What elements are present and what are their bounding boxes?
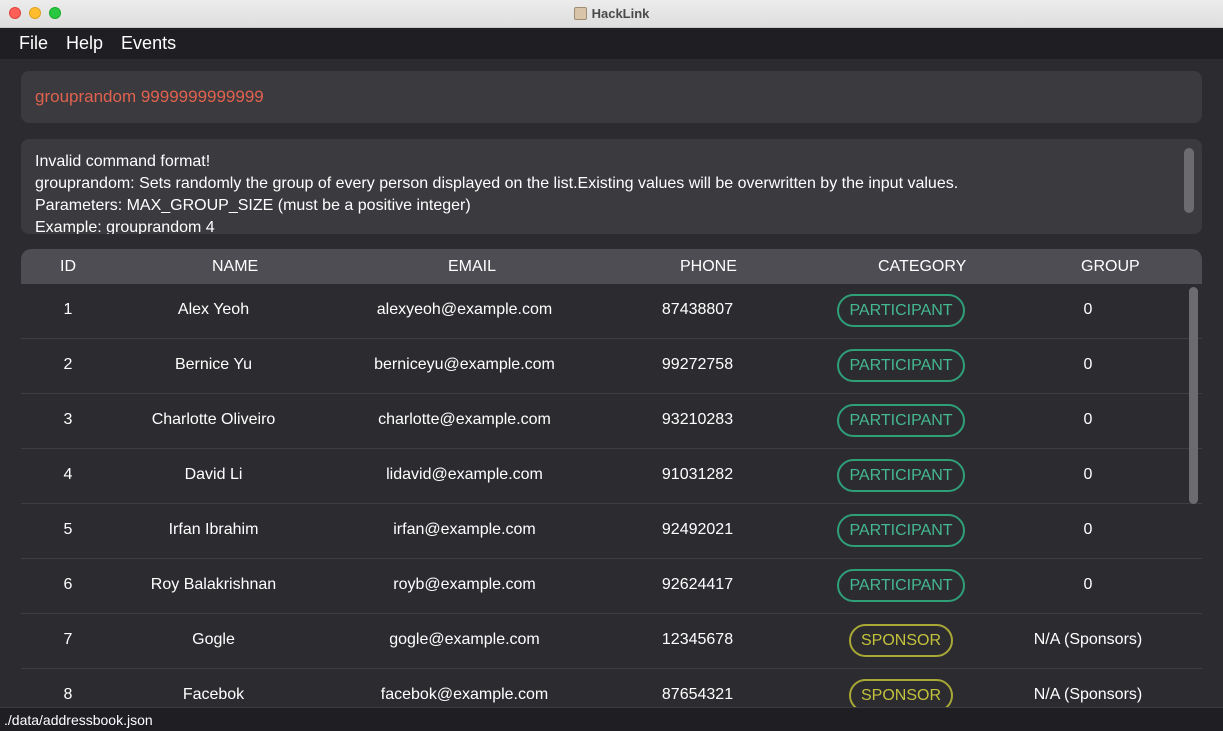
category-cell: PARTICIPANT (801, 459, 1001, 492)
table-row[interactable]: 7 Gogle gogle@example.com 12345678 SPONS… (21, 614, 1202, 669)
cell-id: 8 (63, 686, 73, 703)
cell-phone: 92492021 (661, 521, 734, 538)
cell-group: N/A (Sponsors) (1033, 631, 1143, 648)
app-icon (573, 7, 587, 20)
cell-email: royb@example.com (393, 576, 536, 593)
column-header-group[interactable]: GROUP (1081, 258, 1140, 276)
table-row[interactable]: 1 Alex Yeoh alexyeoh@example.com 8743880… (21, 284, 1202, 339)
table-row[interactable]: 3 Charlotte Oliveiro charlotte@example.c… (21, 394, 1202, 449)
cell-id: 1 (63, 301, 73, 318)
window-title: HackLink (0, 6, 1223, 21)
result-line: grouprandom: Sets randomly the group of … (35, 175, 959, 192)
result-line: Parameters: MAX_GROUP_SIZE (must be a po… (35, 197, 471, 214)
command-input[interactable] (35, 84, 1185, 110)
table-header: ID NAME EMAIL PHONE CATEGORY GROUP (21, 249, 1202, 284)
category-badge: SPONSOR (848, 679, 953, 707)
cell-phone: 12345678 (661, 631, 734, 648)
cell-group: 0 (1083, 411, 1093, 428)
category-cell: PARTICIPANT (801, 569, 1001, 602)
cell-email: berniceyu@example.com (374, 356, 555, 373)
cell-id: 5 (63, 521, 73, 538)
cell-phone: 91031282 (661, 466, 734, 483)
cell-group: 0 (1083, 301, 1093, 318)
cell-phone: 93210283 (661, 411, 734, 428)
category-badge: PARTICIPANT (837, 294, 965, 327)
menu-bar: File Help Events (0, 28, 1223, 59)
cell-group: N/A (Sponsors) (1033, 686, 1143, 703)
cell-name: Roy Balakrishnan (150, 576, 277, 593)
cell-email: charlotte@example.com (378, 411, 551, 428)
category-badge: PARTICIPANT (837, 349, 965, 382)
result-text: Invalid command format! grouprandom: Set… (35, 151, 1175, 234)
cell-id: 7 (63, 631, 73, 648)
cell-phone: 87654321 (661, 686, 734, 703)
column-header-id[interactable]: ID (60, 258, 76, 276)
command-box (21, 71, 1202, 123)
cell-email: facebok@example.com (380, 686, 549, 703)
category-badge: PARTICIPANT (837, 459, 965, 492)
person-table: ID NAME EMAIL PHONE CATEGORY GROUP 1 Ale… (21, 249, 1202, 707)
cell-phone: 92624417 (661, 576, 734, 593)
cell-name: David Li (184, 466, 243, 483)
table-body: 1 Alex Yeoh alexyeoh@example.com 8743880… (21, 284, 1202, 707)
table-row[interactable]: 4 David Li lidavid@example.com 91031282 … (21, 449, 1202, 504)
cell-name: Irfan Ibrahim (168, 521, 259, 538)
cell-name: Facebok (182, 686, 245, 703)
column-header-phone[interactable]: PHONE (680, 258, 737, 276)
category-cell: PARTICIPANT (801, 514, 1001, 547)
result-line: Example: grouprandom 4 (35, 219, 215, 234)
cell-email: irfan@example.com (393, 521, 536, 538)
cell-email: gogle@example.com (389, 631, 540, 648)
title-bar: HackLink (0, 0, 1223, 28)
category-badge: PARTICIPANT (837, 569, 965, 602)
cell-email: lidavid@example.com (386, 466, 543, 483)
cell-name: Alex Yeoh (177, 301, 250, 318)
table-row[interactable]: 6 Roy Balakrishnan royb@example.com 9262… (21, 559, 1202, 614)
category-badge: SPONSOR (848, 624, 953, 657)
cell-email: alexyeoh@example.com (376, 301, 553, 318)
cell-id: 3 (63, 411, 73, 428)
category-cell: PARTICIPANT (801, 294, 1001, 327)
cell-name: Charlotte Oliveiro (151, 411, 276, 428)
menu-events[interactable]: Events (121, 33, 176, 54)
result-scrollbar[interactable] (1184, 148, 1194, 213)
window-title-text: HackLink (591, 6, 650, 21)
table-row[interactable]: 2 Bernice Yu berniceyu@example.com 99272… (21, 339, 1202, 394)
data-file-path: ./data/addressbook.json (4, 712, 153, 728)
category-cell: PARTICIPANT (801, 349, 1001, 382)
column-header-name[interactable]: NAME (212, 258, 258, 276)
cell-group: 0 (1083, 521, 1093, 538)
cell-id: 4 (63, 466, 73, 483)
status-bar: ./data/addressbook.json (0, 707, 1223, 731)
cell-group: 0 (1083, 466, 1093, 483)
table-scrollbar[interactable] (1189, 287, 1198, 504)
table-row[interactable]: 5 Irfan Ibrahim irfan@example.com 924920… (21, 504, 1202, 559)
cell-name: Bernice Yu (174, 356, 253, 373)
category-cell: SPONSOR (801, 624, 1001, 657)
main-panel: Invalid command format! grouprandom: Set… (0, 59, 1223, 707)
menu-help[interactable]: Help (66, 33, 103, 54)
cell-group: 0 (1083, 576, 1093, 593)
cell-phone: 87438807 (661, 301, 734, 318)
cell-name: Gogle (192, 631, 235, 648)
category-badge: PARTICIPANT (837, 404, 965, 437)
cell-id: 2 (63, 356, 73, 373)
result-line: Invalid command format! (35, 153, 211, 170)
column-header-email[interactable]: EMAIL (448, 258, 496, 276)
cell-group: 0 (1083, 356, 1093, 373)
cell-phone: 99272758 (661, 356, 734, 373)
cell-id: 6 (63, 576, 73, 593)
menu-file[interactable]: File (19, 33, 48, 54)
column-header-category[interactable]: CATEGORY (878, 258, 966, 276)
category-cell: PARTICIPANT (801, 404, 1001, 437)
table-row[interactable]: 8 Facebok facebok@example.com 87654321 S… (21, 669, 1202, 707)
category-badge: PARTICIPANT (837, 514, 965, 547)
category-cell: SPONSOR (801, 679, 1001, 707)
result-display: Invalid command format! grouprandom: Set… (21, 139, 1202, 234)
